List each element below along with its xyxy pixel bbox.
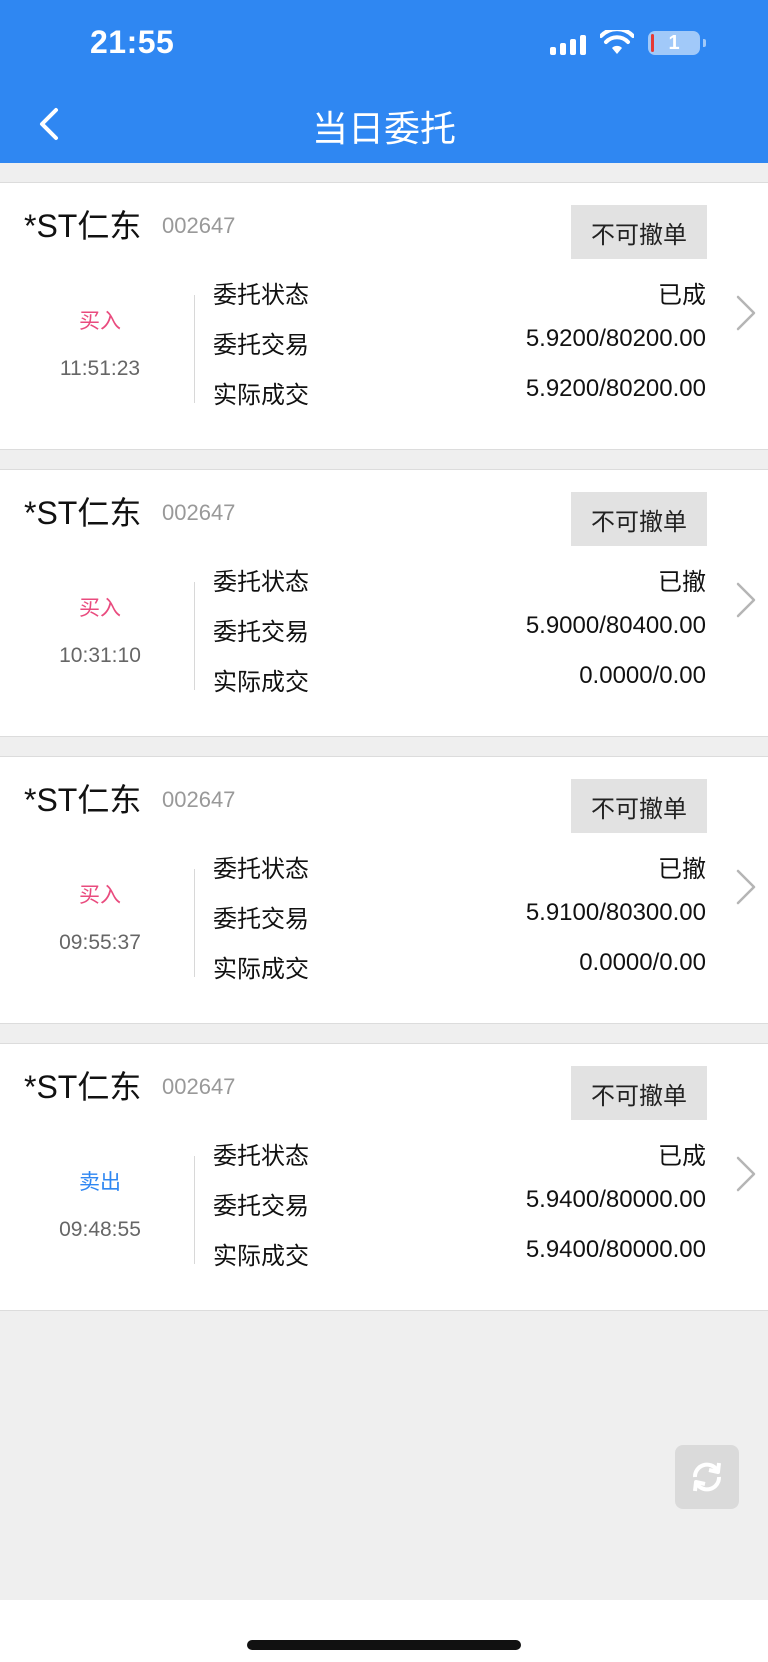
status-value: 已成: [658, 1143, 706, 1170]
filled-value: 0.0000/0.00: [579, 662, 706, 689]
order-card[interactable]: *ST仁东 002647 不可撤单卖出 09:48:55 委托状态 已成委托交易 5.940…: [0, 1043, 768, 1311]
app-header: 21:55 1 当日委托: [0, 0, 768, 163]
stock-code: 002647: [162, 500, 236, 525]
cellular-signal-icon: [550, 31, 586, 55]
chevron-right-icon[interactable]: [734, 1154, 758, 1194]
battery-level: 1: [668, 31, 680, 54]
order-value: 5.9400/80000.00: [525, 1186, 706, 1213]
stock-name: *ST仁东: [24, 782, 142, 818]
filled-label: 实际成交: [213, 669, 309, 696]
status-icons: 1: [550, 30, 706, 56]
filled-value: 0.0000/0.00: [579, 949, 706, 976]
filled-label: 实际成交: [213, 382, 309, 409]
trade-side: 买入: [79, 310, 121, 333]
chevron-right-icon[interactable]: [734, 580, 758, 620]
refresh-icon: [692, 1462, 722, 1492]
page-title: 当日委托: [311, 108, 456, 149]
status-label: 委托状态: [213, 282, 309, 309]
battery-icon: 1: [648, 31, 706, 55]
order-value: 5.9100/80300.00: [525, 899, 706, 926]
stock-code: 002647: [162, 787, 236, 812]
status-label: 委托状态: [213, 569, 309, 596]
order-label: 委托交易: [213, 619, 309, 646]
order-label: 委托交易: [213, 332, 309, 359]
order-value: 5.9000/80400.00: [525, 612, 706, 639]
cancel-order-button[interactable]: 不可撤单: [571, 779, 707, 833]
cancel-order-button[interactable]: 不可撤单: [571, 492, 707, 546]
filled-value: 5.9200/80200.00: [525, 375, 706, 402]
status-label: 委托状态: [213, 856, 309, 883]
order-label: 委托交易: [213, 1193, 309, 1220]
status-value: 已成: [658, 282, 706, 309]
stock-name: *ST仁东: [24, 208, 142, 244]
divider: [194, 869, 195, 977]
stock-code: 002647: [162, 1074, 236, 1099]
refresh-button[interactable]: [675, 1445, 739, 1509]
home-indicator[interactable]: [247, 1640, 521, 1650]
status-label: 委托状态: [213, 1143, 309, 1170]
order-card[interactable]: *ST仁东 002647 不可撤单买入 09:55:37 委托状态 已撤委托交易 5.910…: [0, 756, 768, 1024]
filled-value: 5.9400/80000.00: [525, 1236, 706, 1263]
order-value: 5.9200/80200.00: [525, 325, 706, 352]
cancel-order-button[interactable]: 不可撤单: [571, 1066, 707, 1120]
order-time: 09:48:55: [59, 1218, 141, 1241]
status-value: 已撤: [658, 569, 706, 596]
status-value: 已撤: [658, 856, 706, 883]
divider: [194, 295, 195, 403]
order-label: 委托交易: [213, 906, 309, 933]
trade-side: 买入: [79, 884, 121, 907]
stock-name: *ST仁东: [24, 495, 142, 531]
chevron-right-icon[interactable]: [734, 293, 758, 333]
filled-label: 实际成交: [213, 1243, 309, 1270]
wifi-icon: [600, 30, 634, 54]
cancel-order-button[interactable]: 不可撤单: [571, 205, 707, 259]
order-time: 11:51:23: [59, 357, 141, 380]
stock-name: *ST仁东: [24, 1069, 142, 1105]
trade-side: 卖出: [79, 1171, 121, 1194]
status-time: 21:55: [90, 24, 175, 60]
order-card[interactable]: *ST仁东 002647 不可撤单买入 11:51:23 委托状态 已成委托交易 5.920…: [0, 182, 768, 450]
stock-code: 002647: [162, 213, 236, 238]
order-card[interactable]: *ST仁东 002647 不可撤单买入 10:31:10 委托状态 已撤委托交易 5.900…: [0, 469, 768, 737]
divider: [194, 582, 195, 690]
chevron-right-icon[interactable]: [734, 867, 758, 907]
trade-side: 买入: [79, 597, 121, 620]
home-indicator-area: [0, 1600, 768, 1662]
order-time: 09:55:37: [59, 931, 141, 954]
divider: [194, 1156, 195, 1264]
order-time: 10:31:10: [59, 644, 141, 667]
filled-label: 实际成交: [213, 956, 309, 983]
